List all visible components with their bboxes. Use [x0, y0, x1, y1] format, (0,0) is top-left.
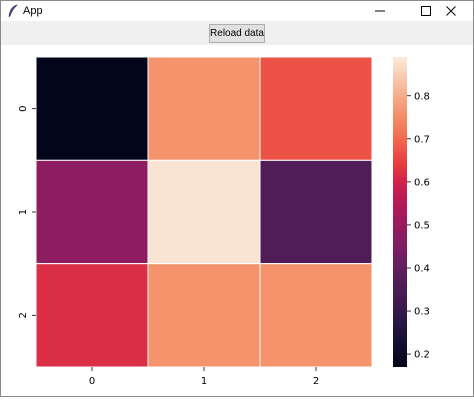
reload-data-button[interactable]: Reload data [209, 24, 265, 43]
colorbar-tick-label: 0.5 [414, 220, 430, 231]
heatmap-cell [35, 56, 149, 161]
x-axis: 0 1 2 [89, 367, 319, 387]
heatmap-cell [259, 159, 373, 265]
heatmap-cell [35, 263, 149, 368]
y-tick-label: 2 [18, 312, 29, 318]
heatmap-cell [259, 263, 373, 368]
app-window: App Reload data 0 1 2 0 1 2 0.2 0.3 0.4 0.5 … [0, 0, 474, 397]
minimize-icon [375, 10, 385, 12]
title-bar: App [1, 1, 473, 21]
x-tick-label: 0 [89, 376, 95, 387]
heatmap-cell [35, 159, 149, 265]
heatmap-cells [35, 56, 373, 368]
heatmap-cell [147, 159, 261, 265]
x-tick-label: 2 [313, 376, 319, 387]
colorbar-tick-label: 0.4 [414, 263, 430, 274]
heatmap-cell [147, 263, 261, 368]
close-icon [446, 6, 456, 16]
window-title: App [23, 5, 43, 17]
y-tick-label: 1 [18, 209, 29, 215]
y-axis: 0 1 2 [18, 105, 36, 319]
colorbar-tick-label: 0.7 [414, 134, 430, 145]
colorbar-tick-label: 0.6 [414, 177, 430, 188]
colorbar-tick-label: 0.3 [414, 307, 430, 318]
y-tick-label: 0 [18, 105, 29, 111]
toolbar: Reload data [1, 21, 473, 45]
colorbar-axis: 0.2 0.3 0.4 0.5 0.6 0.7 0.8 [407, 91, 430, 361]
feather-icon [7, 4, 19, 18]
x-tick-label: 1 [201, 376, 207, 387]
heatmap-cell [147, 56, 261, 161]
heatmap-chart: 0 1 2 0 1 2 0.2 0.3 0.4 0.5 0.6 0.7 0.8 [18, 56, 430, 387]
close-button[interactable] [427, 1, 473, 21]
colorbar-tick-label: 0.8 [414, 91, 430, 102]
plot-area: 0 1 2 0 1 2 0.2 0.3 0.4 0.5 0.6 0.7 0.8 [1, 45, 473, 396]
minimize-button[interactable] [358, 1, 404, 21]
heatmap-cell [259, 56, 373, 161]
colorbar-tick-label: 0.2 [414, 350, 430, 361]
colorbar [393, 57, 407, 367]
